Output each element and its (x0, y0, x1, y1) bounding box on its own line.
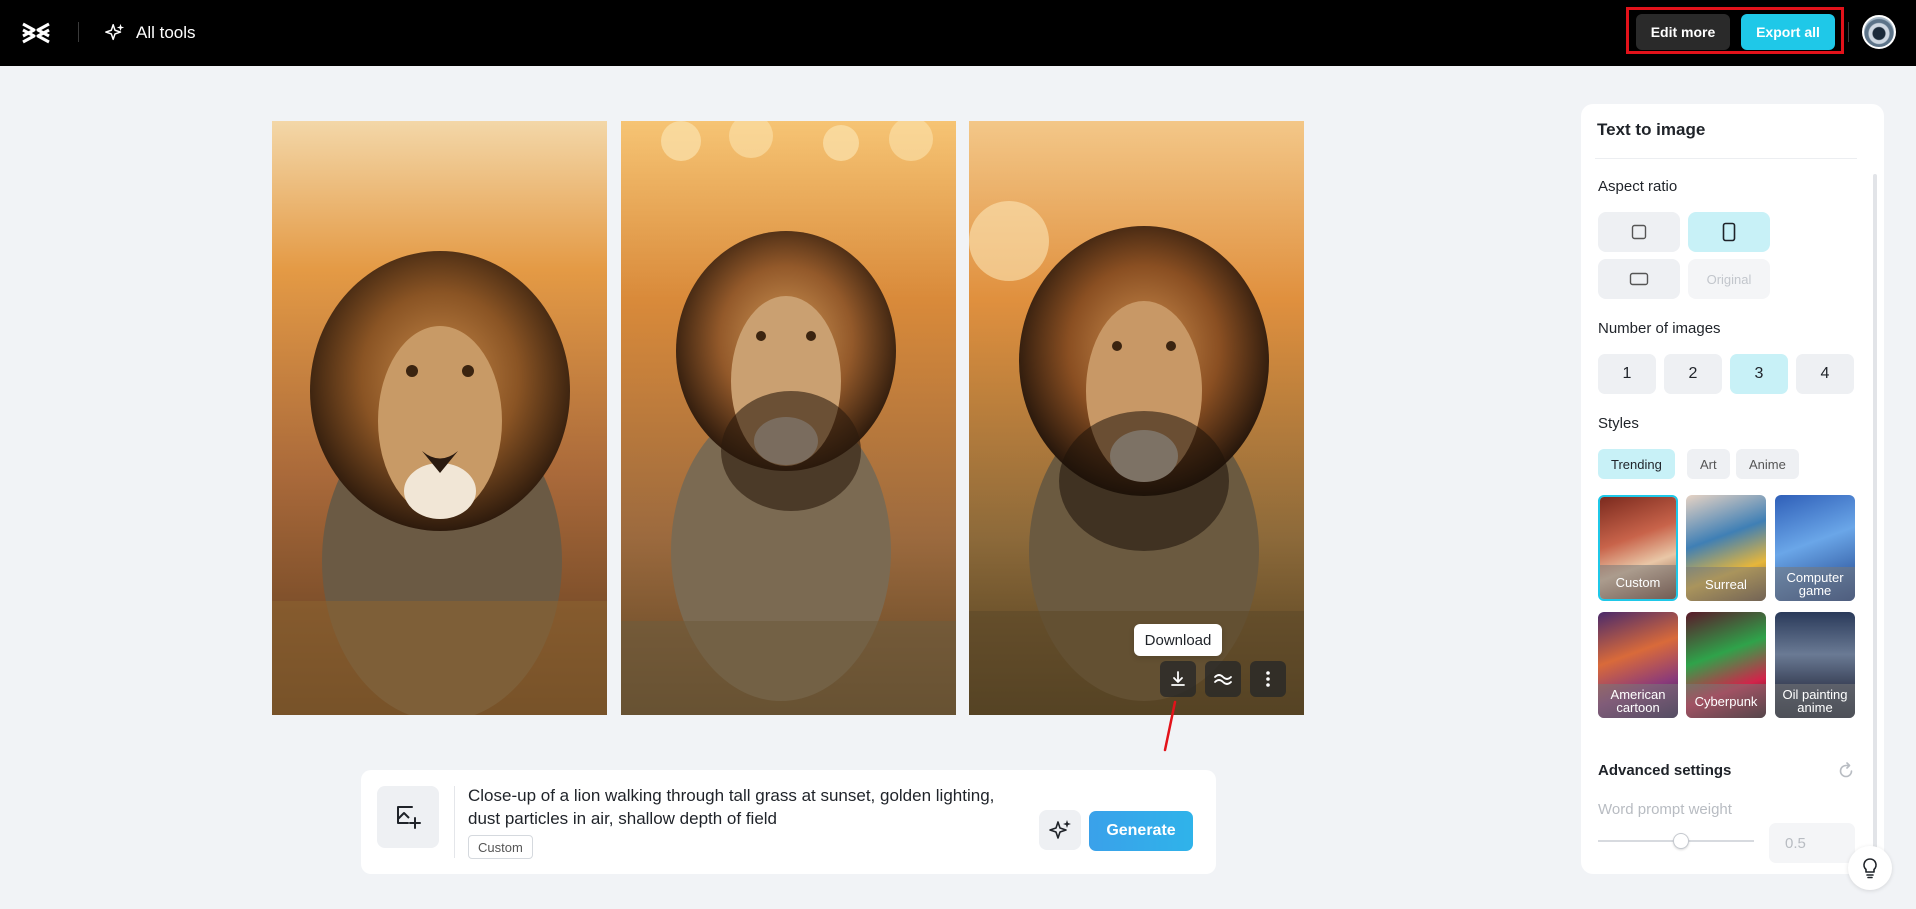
lion-image-2 (621, 121, 956, 715)
more-options-button[interactable] (1250, 661, 1286, 697)
panel-title: Text to image (1597, 120, 1706, 139)
number-option-2[interactable]: 2 (1664, 354, 1722, 394)
style-card-custom[interactable]: Custom (1598, 495, 1678, 601)
text-to-image-panel: Text to image Aspect ratio Original Numb… (1581, 104, 1884, 874)
aspect-ratio-original-button: Original (1688, 259, 1770, 299)
generated-image-2[interactable] (621, 121, 956, 715)
aspect-ratio-square-button[interactable] (1598, 212, 1680, 252)
styles-label: Styles (1598, 415, 1639, 432)
prompt-input[interactable]: Close-up of a lion walking through tall … (468, 784, 1008, 830)
word-prompt-weight-input[interactable]: 0.5 (1769, 823, 1855, 863)
sparkle-icon (105, 23, 125, 41)
prompt-bar: Close-up of a lion walking through tall … (361, 770, 1216, 874)
tab-trending[interactable]: Trending (1598, 449, 1675, 479)
user-avatar[interactable] (1862, 15, 1896, 49)
divider (454, 786, 455, 858)
aspect-ratio-label: Aspect ratio (1598, 178, 1678, 195)
tab-anime[interactable]: Anime (1736, 449, 1799, 479)
style-card-label: Custom (1600, 565, 1676, 599)
tab-art[interactable]: Art (1687, 449, 1730, 479)
portrait-ratio-icon (1722, 222, 1736, 242)
style-card-label: American cartoon (1598, 684, 1678, 718)
divider (1595, 158, 1857, 159)
lion-image-1 (272, 121, 607, 715)
capcut-logo-icon[interactable] (20, 19, 52, 47)
download-button[interactable] (1160, 661, 1196, 697)
prompt-enhance-button[interactable] (1039, 810, 1081, 850)
download-tooltip: Download (1134, 624, 1222, 656)
slider-handle[interactable] (1673, 833, 1689, 849)
number-option-1[interactable]: 1 (1598, 354, 1656, 394)
advanced-settings-label[interactable]: Advanced settings (1598, 762, 1731, 779)
word-prompt-weight-label: Word prompt weight (1598, 801, 1732, 818)
style-card-cyberpunk[interactable]: Cyberpunk (1686, 612, 1766, 718)
style-card-label: Surreal (1686, 567, 1766, 601)
generated-image-1[interactable] (272, 121, 607, 715)
edit-more-button[interactable]: Edit more (1636, 14, 1730, 50)
annotation-arrow (1163, 700, 1177, 752)
all-tools-label: All tools (136, 23, 196, 42)
magic-sparkle-icon (1049, 820, 1071, 839)
tips-button[interactable] (1848, 846, 1892, 890)
all-tools-button[interactable]: All tools (104, 19, 196, 47)
export-all-button[interactable]: Export all (1741, 14, 1835, 50)
lightbulb-icon (1863, 858, 1877, 879)
style-card-american-cartoon[interactable]: American cartoon (1598, 612, 1678, 718)
download-icon (1171, 671, 1185, 686)
style-card-label: Oil painting anime (1775, 684, 1855, 718)
number-option-4[interactable]: 4 (1796, 354, 1854, 394)
more-icon (1266, 671, 1270, 687)
aspect-ratio-landscape-button[interactable] (1598, 259, 1680, 299)
enhance-icon (1214, 674, 1232, 685)
landscape-ratio-icon (1629, 272, 1649, 286)
style-card-oil-painting-anime[interactable]: Oil painting anime (1775, 612, 1855, 718)
panel-scrollbar[interactable] (1873, 174, 1877, 864)
style-card-label: Computer game (1775, 567, 1855, 601)
image-add-icon (397, 806, 421, 829)
generate-button[interactable]: Generate (1089, 811, 1193, 851)
number-option-3[interactable]: 3 (1730, 354, 1788, 394)
number-of-images-label: Number of images (1598, 320, 1721, 337)
divider (78, 22, 79, 42)
top-bar: All tools Edit more Export all (0, 0, 1916, 66)
divider (1848, 22, 1849, 42)
reset-icon[interactable] (1836, 761, 1856, 781)
enhance-button[interactable] (1205, 661, 1241, 697)
style-card-label: Cyberpunk (1686, 684, 1766, 718)
style-card-computer-game[interactable]: Computer game (1775, 495, 1855, 601)
style-card-surreal[interactable]: Surreal (1686, 495, 1766, 601)
style-tag[interactable]: Custom (468, 835, 533, 859)
square-ratio-icon (1631, 224, 1647, 240)
aspect-ratio-portrait-button[interactable] (1688, 212, 1770, 252)
upload-reference-image-button[interactable] (377, 786, 439, 848)
